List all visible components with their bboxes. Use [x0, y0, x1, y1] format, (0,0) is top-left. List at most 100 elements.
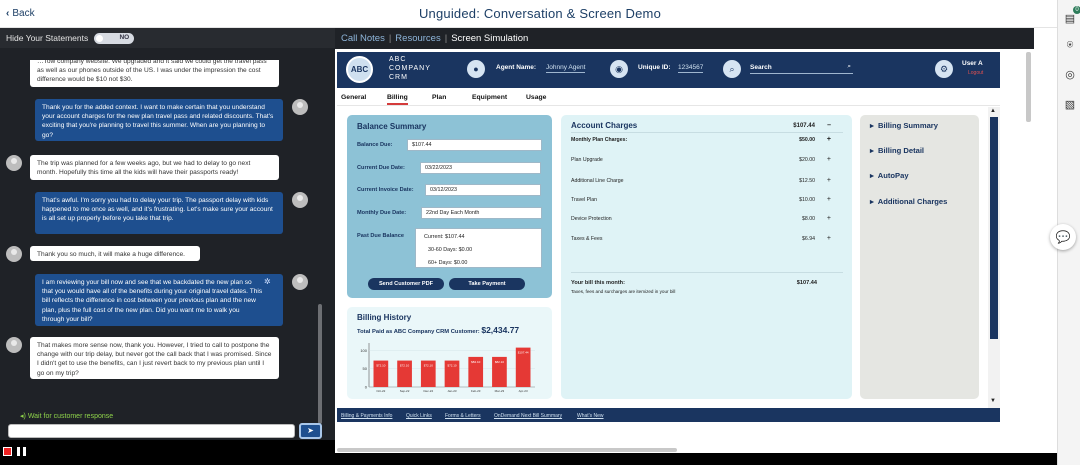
- charge-row: Plan Upgrade $20.00 +: [571, 156, 831, 163]
- expand-icon[interactable]: +: [827, 156, 831, 163]
- chat-message-customer: That makes more sense now, thank you. Ho…: [30, 337, 279, 379]
- bill-this-month-label: Your bill this month:: [571, 280, 625, 286]
- tab-general[interactable]: General: [341, 94, 366, 101]
- wait-label: Wait for customer response: [27, 413, 114, 420]
- chart-x-tick-label: Dec-22: [423, 389, 433, 393]
- charge-label: Travel Plan: [571, 197, 598, 203]
- content-scrollbar[interactable]: ▲ ▼: [988, 107, 1000, 408]
- side-item-additional-charges[interactable]: ▸ Additional Charges: [870, 197, 947, 206]
- calendar-icon[interactable]: ▤: [1063, 12, 1077, 26]
- conversation-panel: Hide Your Statements NO …Tow company web…: [0, 28, 335, 453]
- expand-icon[interactable]: +: [827, 196, 831, 203]
- invoice-date-field: 03/12/2023: [425, 184, 541, 196]
- billing-history-title: Billing History: [357, 313, 412, 322]
- charge-value: $10.00: [799, 197, 815, 203]
- crm-logo-text: ABC COMPANY CRM: [389, 55, 431, 82]
- monthly-due-label: Monthly Due Date:: [357, 210, 407, 216]
- chart-y-tick-label: 0: [365, 385, 368, 390]
- balance-due-label: Balance Due:: [357, 142, 393, 148]
- monthly-due-field: 22nd Day Each Month: [421, 207, 542, 219]
- expand-icon[interactable]: +: [827, 177, 831, 184]
- take-payment-button[interactable]: Take Payment: [449, 278, 525, 290]
- crm-footer: [337, 408, 1000, 422]
- search-icon[interactable]: ⌕: [723, 60, 741, 78]
- past-due-30-label: 30-60 Days:: [428, 247, 458, 253]
- current-due-label: Current Due Date:: [357, 165, 405, 171]
- expand-icon[interactable]: +: [827, 215, 831, 222]
- speaker-icon: ◂): [20, 413, 26, 420]
- chart-data-label: $72.10: [424, 364, 434, 368]
- charge-row: Additional Line Charge $12.50 +: [571, 177, 831, 184]
- send-pdf-button[interactable]: Send Customer PDF: [368, 278, 444, 290]
- footer-link-quick-links[interactable]: Quick Links: [406, 413, 432, 419]
- award-icon[interactable]: ⍟: [1063, 38, 1077, 52]
- charge-label: Additional Line Charge: [571, 178, 624, 184]
- tab-screen-simulation[interactable]: Screen Simulation: [451, 33, 528, 44]
- side-item-autopay[interactable]: ▸ AutoPay: [870, 171, 909, 180]
- page-title: Unguided: Conversation & Screen Demo: [418, 6, 662, 21]
- chart-y-tick-label: 100: [360, 348, 367, 353]
- customer-avatar: [6, 337, 22, 353]
- tab-equipment[interactable]: Equipment: [472, 94, 507, 101]
- chart-x-tick-label: Oct-22: [376, 389, 385, 393]
- chat-message-customer: Thank you so much, it will make a huge d…: [30, 246, 200, 261]
- monthly-charges-label: Monthly Plan Charges:: [571, 137, 628, 143]
- charge-row: Device Protection $8.00 +: [571, 215, 831, 222]
- toggle-value: NO: [119, 33, 130, 41]
- bill-this-month-row: Your bill this month: $107.44: [571, 280, 831, 286]
- agent-name-value: Johnny Agent: [546, 64, 586, 73]
- chart-data-label: $72.10: [400, 364, 410, 368]
- scroll-down-icon[interactable]: ▼: [990, 398, 996, 404]
- account-charges-total: $107.44: [793, 123, 815, 129]
- divider: [571, 132, 843, 133]
- past-due-60-label: 60+ Days:: [428, 260, 453, 266]
- chat-message-customer: The trip was planned for a few weeks ago…: [30, 155, 279, 180]
- tab-call-notes[interactable]: Call Notes: [341, 33, 385, 44]
- search-input[interactable]: Search ⌕: [750, 63, 853, 74]
- logo-line: COMPANY: [389, 65, 431, 72]
- expand-icon[interactable]: +: [827, 136, 831, 143]
- side-item-label: Billing Detail: [878, 146, 925, 155]
- charge-label: Device Protection: [571, 216, 612, 222]
- unique-id-label: Unique ID:: [638, 64, 671, 71]
- caret-right-icon: ▸: [870, 121, 874, 130]
- settings-icon[interactable]: ⚙: [935, 60, 953, 78]
- tab-resources[interactable]: Resources: [395, 33, 440, 44]
- chart-data-label: $72.10: [447, 364, 457, 368]
- scroll-up-icon[interactable]: ▲: [990, 108, 996, 114]
- footer-link-ondemand[interactable]: OnDemand Next Bill Summary: [494, 413, 562, 419]
- footer-link-forms-letters[interactable]: Forms & Letters: [445, 413, 481, 419]
- expand-icon[interactable]: +: [827, 235, 831, 242]
- past-due-current-value: $107.44: [444, 234, 465, 240]
- chat-input[interactable]: [8, 424, 295, 438]
- footer-link-whats-new[interactable]: What's New: [577, 413, 604, 419]
- tab-separator: |: [444, 33, 448, 44]
- divider: [571, 272, 843, 273]
- side-item-billing-detail[interactable]: ▸ Billing Detail: [870, 146, 924, 155]
- side-item-label: AutoPay: [877, 171, 909, 180]
- side-item-billing-summary[interactable]: ▸ Billing Summary: [870, 121, 938, 130]
- footer-link-billing-payments[interactable]: Billing & Payments Info: [341, 413, 392, 419]
- balance-summary-title: Balance Summary: [357, 122, 427, 131]
- chat-scrollbar[interactable]: [318, 304, 322, 424]
- send-button[interactable]: ➤: [299, 423, 322, 439]
- chat-bubble-icon[interactable]: 💬: [1050, 224, 1076, 250]
- chat-message-agent: I am reviewing your bill now and see tha…: [35, 274, 283, 326]
- frame-scrollbar[interactable]: [1026, 52, 1031, 122]
- tab-usage[interactable]: Usage: [526, 94, 546, 101]
- tab-plan[interactable]: Plan: [432, 94, 446, 101]
- chart-y-tick-label: 50: [363, 366, 368, 371]
- hide-statements-toggle[interactable]: NO: [94, 32, 135, 44]
- charge-value: $8.00: [802, 216, 815, 222]
- checklist-icon[interactable]: ▧: [1063, 98, 1077, 112]
- target-icon[interactable]: ◎: [1063, 68, 1077, 82]
- record-icon[interactable]: [3, 447, 12, 456]
- pause-icon[interactable]: [17, 447, 27, 456]
- tab-billing[interactable]: Billing: [387, 94, 408, 105]
- logout-link[interactable]: Logout: [968, 70, 983, 76]
- collapse-icon[interactable]: –: [827, 122, 831, 129]
- horizontal-scrollbar[interactable]: [337, 448, 677, 452]
- fingerprint-icon: ◉: [610, 60, 628, 78]
- chat-history[interactable]: …Tow company website. We upgraded and it…: [0, 60, 320, 398]
- scroll-thumb[interactable]: [990, 117, 998, 339]
